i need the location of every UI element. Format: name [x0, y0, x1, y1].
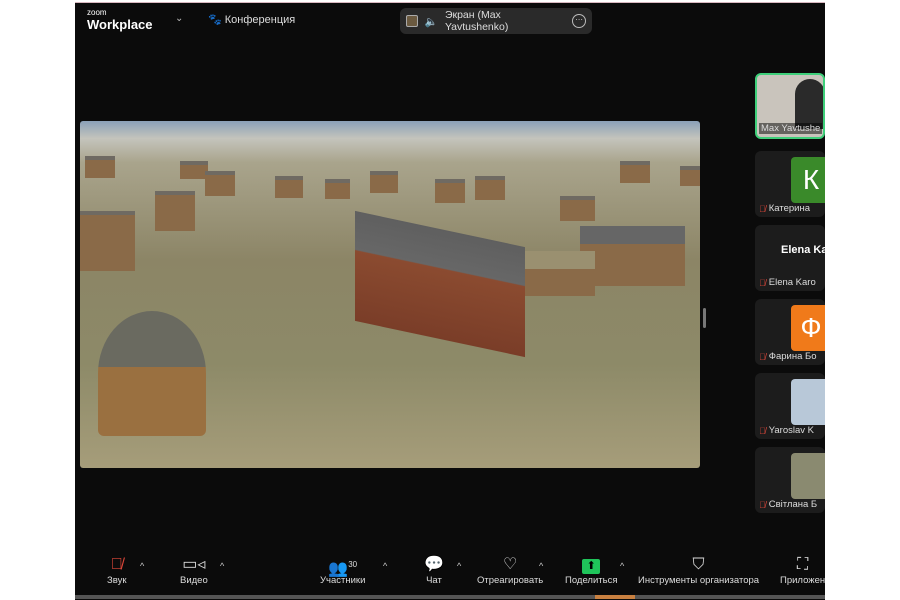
share-button[interactable]: ⬆ Поделиться: [565, 555, 617, 586]
meeting-toolbar: 🎙̸ Звук ^ ▭◃ Видео ^ 👥30 Участники ^ 💬 Чат ^…: [75, 549, 825, 599]
mic-off-icon: 🎙̸: [759, 499, 766, 510]
apps-icon: ⛶: [796, 556, 809, 573]
longhouse: [355, 210, 525, 358]
participant-video: [791, 379, 825, 425]
video-options-caret[interactable]: ^: [220, 561, 224, 571]
zoom-window: zoom Workplace ⌄ 🐾 Конференция 🔈 Экран (M…: [75, 2, 825, 600]
screen-share-indicator[interactable]: 🔈 Экран (Max Yavtushenko) ···: [400, 8, 592, 34]
mic-off-icon: 🎙̸: [759, 351, 766, 362]
shared-screen: [80, 121, 700, 468]
chevron-down-icon[interactable]: ⌄: [175, 13, 183, 24]
meeting-info-button[interactable]: 🐾 Конференция: [208, 13, 295, 26]
bottom-divider: [75, 595, 825, 599]
apps-button[interactable]: ⛶ Приложен: [780, 555, 825, 586]
more-icon[interactable]: ···: [572, 14, 587, 28]
participant-video: [791, 453, 825, 499]
participant-tile[interactable]: Elena Ka 🎙̸ Elena Karo: [755, 225, 825, 291]
heart-icon: ♡: [502, 556, 518, 573]
participant-video: [795, 79, 823, 129]
participant-tile[interactable]: 🎙̸ Світлана Б: [755, 447, 825, 513]
zoom-logo: zoom Workplace: [87, 8, 153, 32]
dome-hut: [98, 311, 206, 436]
resize-handle[interactable]: [703, 308, 706, 328]
participants-options-caret[interactable]: ^: [383, 561, 387, 571]
participant-tile[interactable]: К 🎙̸ Катерина: [755, 151, 825, 217]
camera-icon: ▭◃: [182, 556, 206, 573]
speaker-icon: 🔈: [424, 15, 438, 28]
people-icon: 👥30: [328, 560, 358, 578]
participant-tile[interactable]: Ф 🎙̸ Фарина Бо: [755, 299, 825, 365]
host-tools-button[interactable]: ⛉ Инструменты организатора: [638, 555, 759, 586]
react-button[interactable]: ♡ Отреагировать: [477, 555, 543, 586]
share-options-caret[interactable]: ^: [620, 561, 624, 571]
participant-tile[interactable]: Max Yavtushe: [755, 73, 825, 139]
mic-off-icon: 🎙̸: [759, 425, 766, 436]
top-bar: zoom Workplace ⌄ 🐾 Конференция 🔈 Экран (M…: [75, 3, 825, 39]
audio-options-caret[interactable]: ^: [140, 561, 144, 571]
chat-options-caret[interactable]: ^: [457, 561, 461, 571]
video-button[interactable]: ▭◃ Видео: [180, 555, 208, 586]
shield-icon: ⛉: [692, 556, 705, 573]
share-arrow-icon: ⬆: [565, 555, 617, 575]
mic-off-icon: 🎙̸: [759, 203, 766, 214]
participants-button[interactable]: 👥30 Участники: [320, 555, 365, 586]
participant-tile[interactable]: 🎙̸ Yaroslav K: [755, 373, 825, 439]
chat-button[interactable]: 💬 Чат: [424, 555, 444, 586]
audio-button[interactable]: 🎙̸ Звук: [107, 555, 126, 586]
chat-icon: 💬: [424, 556, 444, 573]
screen-thumbnail-icon: [406, 15, 418, 27]
mic-off-icon: 🎙̸: [110, 556, 123, 573]
mic-off-icon: 🎙̸: [759, 277, 766, 288]
react-options-caret[interactable]: ^: [539, 561, 543, 571]
paw-icon: 🐾: [208, 14, 222, 26]
